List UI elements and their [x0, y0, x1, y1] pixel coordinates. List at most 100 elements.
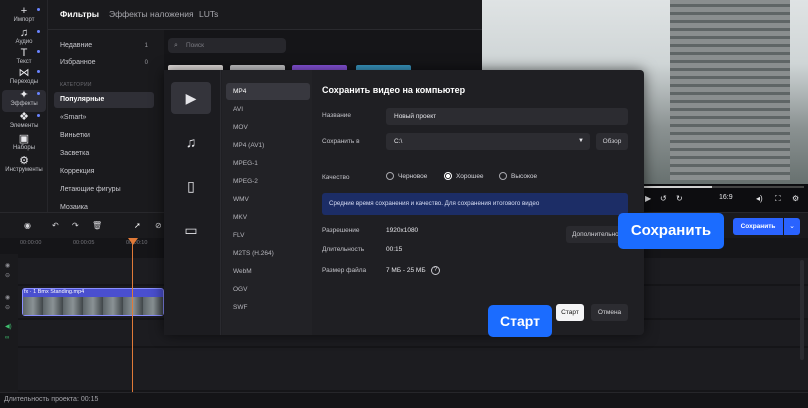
save-dropdown[interactable]: ⌄: [784, 218, 800, 235]
redo-icon[interactable]: ↷: [72, 221, 79, 230]
undo-icon[interactable]: ↶: [52, 221, 59, 230]
library-item-favorites[interactable]: Избранное 0: [54, 55, 154, 71]
project-length: Длительность проекта: 00:15: [4, 396, 99, 403]
format-item[interactable]: FLV: [226, 227, 310, 244]
monitor-icon[interactable]: ▭: [171, 214, 211, 246]
ruler-tick: 00:00:00: [20, 240, 42, 246]
aspect-ratio-select[interactable]: 16:9: [719, 194, 733, 201]
callout-start: Старт: [488, 305, 552, 337]
library-tabs: Фильтры Эффекты наложения LUTs: [48, 0, 482, 30]
filesize-label: Размер файла: [322, 267, 367, 274]
tool-kits[interactable]: ▣ Наборы: [2, 134, 46, 156]
format-item[interactable]: MP4: [226, 83, 310, 100]
eye-icon[interactable]: ◉: [5, 294, 10, 301]
duration-value: 00:15: [386, 246, 403, 253]
left-toolbar: + Импорт ♫ Аудио T Текст ⋈ Переходы ✦ Эффекты…: [0, 0, 48, 212]
tool-effects[interactable]: ✦ Эффекты: [2, 90, 46, 112]
quality-label: Качество: [322, 174, 350, 181]
format-item[interactable]: M2TS (H.264): [226, 245, 310, 262]
ruler-tick: 00:00:05: [73, 240, 95, 246]
format-item[interactable]: AVI: [226, 101, 310, 118]
categories-header: КАТЕГОРИИ: [60, 82, 92, 88]
audio-track-icon[interactable]: ◀): [5, 323, 12, 330]
new-dot: [37, 8, 40, 11]
format-item[interactable]: WebM: [226, 263, 310, 280]
radio-circle: [499, 172, 507, 180]
link-icon[interactable]: ⊖: [5, 272, 10, 279]
new-dot: [37, 92, 40, 95]
filesize-value: 7 МБ - 25 МБ: [386, 267, 426, 274]
link-icon[interactable]: ∞: [5, 335, 9, 341]
category-correction[interactable]: Коррекция: [54, 164, 154, 180]
tool-import[interactable]: + Импорт: [2, 6, 46, 28]
phone-icon[interactable]: ▯: [171, 170, 211, 202]
format-item[interactable]: SWF: [226, 299, 310, 316]
rewind-icon[interactable]: ↺: [660, 194, 667, 203]
category-smart[interactable]: «Smart»: [54, 110, 154, 126]
tab-overlay-effects[interactable]: Эффекты наложения: [109, 9, 194, 19]
quality-good-radio[interactable]: Хорошее: [444, 172, 484, 180]
search-icon: ⌕: [174, 42, 178, 49]
quality-info: Средние время сохранения и качество. Для…: [322, 193, 628, 215]
new-dot: [37, 114, 40, 117]
format-item[interactable]: MPEG-1: [226, 155, 310, 172]
tool-transitions[interactable]: ⋈ Переходы: [2, 68, 46, 90]
format-item[interactable]: MP4 (AV1): [226, 137, 310, 154]
trash-icon[interactable]: 🗑: [92, 221, 102, 230]
cancel-button[interactable]: Отмена: [591, 304, 628, 321]
quality-draft-radio[interactable]: Черновое: [386, 172, 427, 180]
category-light-leaks[interactable]: Засветка: [54, 146, 154, 162]
search-input[interactable]: ⌕ Поиск: [168, 38, 286, 53]
browse-button[interactable]: Обзор: [596, 133, 628, 150]
tab-filters[interactable]: Фильтры: [60, 9, 99, 19]
chevron-down-icon: ⌄: [789, 223, 795, 230]
fullscreen-icon[interactable]: ⛶: [775, 194, 781, 204]
format-item[interactable]: MKV: [226, 209, 310, 226]
tool-elements[interactable]: ❖ Элементы: [2, 112, 46, 134]
project-name-input[interactable]: Новый проект: [386, 108, 628, 125]
library-item-recent[interactable]: Недавние 1: [54, 38, 154, 54]
save-to-label: Сохранить в: [322, 138, 360, 145]
tab-luts[interactable]: LUTs: [199, 9, 218, 19]
video-camera-icon[interactable]: ▶: [171, 82, 211, 114]
new-dot: [37, 30, 40, 33]
disable-icon[interactable]: ⊘: [155, 221, 162, 230]
music-note-icon[interactable]: ♫: [171, 126, 211, 158]
lock-icon[interactable]: ⊖: [5, 304, 10, 311]
volume-icon[interactable]: ◂): [756, 194, 763, 203]
tools-icon: ⚙: [19, 155, 29, 167]
category-flying-shapes[interactable]: Летающие фигуры: [54, 182, 154, 198]
resolution-label: Разрешение: [322, 227, 360, 234]
format-item[interactable]: OGV: [226, 281, 310, 298]
timeline-scrollbar[interactable]: [800, 260, 804, 360]
track-empty[interactable]: [18, 348, 808, 390]
box-icon: ▣: [18, 133, 30, 145]
playhead[interactable]: [132, 240, 133, 392]
record-icon[interactable]: ◉: [24, 221, 31, 230]
start-button[interactable]: Старт: [556, 304, 584, 321]
help-icon[interactable]: ?: [431, 266, 440, 275]
eye-icon[interactable]: ◉: [5, 262, 10, 269]
format-item[interactable]: WMV: [226, 191, 310, 208]
callout-save: Сохранить: [618, 213, 724, 249]
save-button[interactable]: Сохранить: [733, 218, 783, 235]
category-vignettes[interactable]: Виньетки: [54, 128, 154, 144]
quality-high-radio[interactable]: Высокое: [499, 172, 537, 180]
editor-window: + Импорт ♫ Аудио T Текст ⋈ Переходы ✦ Эффекты…: [0, 0, 808, 408]
save-path-select[interactable]: C:\ ▼: [386, 133, 590, 150]
resolution-value: 1920x1080: [386, 227, 419, 234]
new-dot: [37, 50, 40, 53]
format-item[interactable]: MOV: [226, 119, 310, 136]
duration-label: Длительность: [322, 246, 365, 253]
new-dot: [37, 70, 40, 73]
settings-icon[interactable]: ⚙: [792, 194, 799, 203]
playhead-handle[interactable]: [128, 238, 138, 245]
clip-thumbnails: [23, 297, 163, 315]
format-item[interactable]: MPEG-2: [226, 173, 310, 190]
cursor-icon[interactable]: ➚: [134, 221, 141, 230]
forward-icon[interactable]: ↻: [676, 194, 683, 203]
play-icon[interactable]: ▶: [645, 194, 651, 203]
tool-instruments[interactable]: ⚙ Инструменты: [2, 156, 46, 178]
radio-circle: [444, 172, 452, 180]
category-popular[interactable]: Популярные: [54, 92, 154, 108]
